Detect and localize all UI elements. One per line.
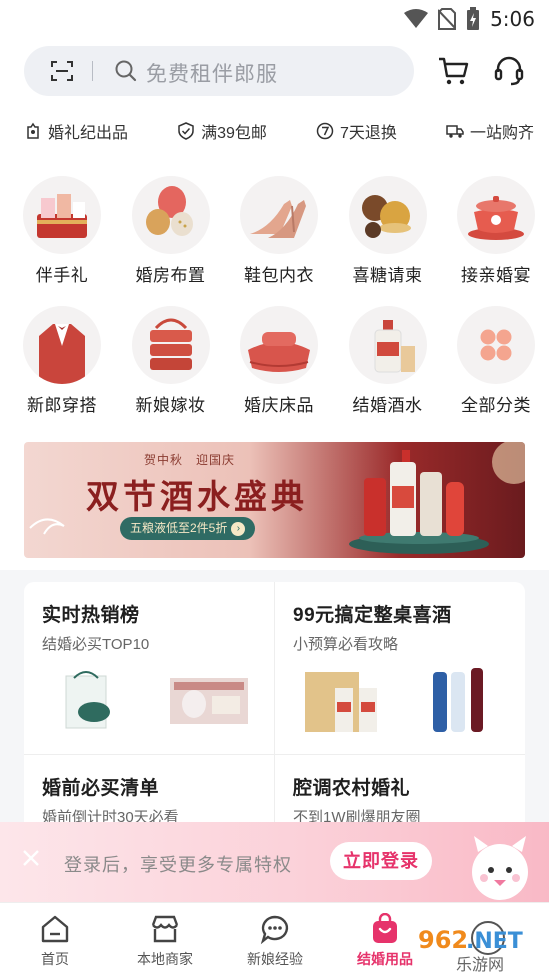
- banner-title: 双节酒水盛典: [86, 477, 308, 516]
- chevron-right-icon: ›: [231, 521, 246, 536]
- shopping-bag-icon: [373, 913, 397, 943]
- search-input[interactable]: 免费租伴郎服: [146, 58, 278, 88]
- card-title: 99元搞定整桌喜酒: [293, 605, 452, 626]
- category-label: 伴手礼: [35, 266, 89, 285]
- category-jiushui[interactable]: 结婚酒水: [340, 306, 436, 416]
- promise-item: 7天退换: [316, 118, 397, 144]
- svg-text:乐游网: 乐游网: [456, 955, 504, 974]
- status-time: 5:06: [490, 7, 535, 31]
- login-button[interactable]: 立即登录: [330, 842, 432, 880]
- search-box[interactable]: 免费租伴郎服: [24, 46, 414, 96]
- site-watermark-logo: 962 .NET 乐游网: [418, 921, 523, 974]
- suit-icon: [23, 306, 101, 384]
- card-title: 婚前必买清单: [42, 778, 160, 799]
- bedding-icon: [240, 306, 318, 384]
- category-chuangpin[interactable]: 婚庆床品: [231, 306, 327, 416]
- category-banshouli[interactable]: 伴手礼: [14, 176, 110, 286]
- category-xiebao[interactable]: 鞋包内衣: [231, 176, 327, 286]
- search-divider: [92, 61, 93, 81]
- promise-item: 满39包邮: [177, 118, 267, 144]
- nav-bride-experience[interactable]: 新娘经验: [220, 903, 330, 976]
- promise-label: 7天退换: [339, 125, 397, 142]
- status-bar: 5:06: [0, 0, 549, 38]
- category-row: 伴手礼 婚房布置 鞋包内衣 喜糖请柬 接亲婚宴: [14, 176, 544, 286]
- category-jieqin[interactable]: 接亲婚宴: [448, 176, 544, 286]
- category-label: 喜糖请柬: [352, 266, 423, 285]
- balloons-icon: [131, 176, 210, 254]
- liquor-bottle-icon: [348, 306, 427, 384]
- promise-label: 一站购齐: [469, 125, 534, 142]
- banner-promo-pill[interactable]: 五粮液低至2件5折 ›: [120, 517, 256, 540]
- service-promises: 婚礼纪出品 满39包邮 7天退换 一站购齐: [24, 118, 534, 144]
- wifi-icon: [404, 9, 429, 28]
- all-categories-icon: [457, 306, 535, 384]
- tea-cup-icon: [457, 176, 535, 254]
- store-icon: [151, 915, 179, 943]
- login-prompt-text: 登录后，享受更多专属特权: [64, 855, 292, 875]
- category-label: 新娘嫁妆: [135, 396, 206, 415]
- svg-text:.NET: .NET: [466, 929, 523, 954]
- category-hunfang[interactable]: 婚房布置: [123, 176, 219, 286]
- card-subtitle: 小预算必看攻略: [293, 636, 399, 653]
- nav-label: 新娘经验: [247, 951, 303, 967]
- battery-charging-icon: [467, 7, 480, 30]
- category-label: 鞋包内衣: [244, 266, 314, 285]
- promise-item: 一站购齐: [446, 118, 534, 144]
- scan-icon[interactable]: [50, 59, 74, 83]
- no-sim-icon: [438, 8, 457, 30]
- home-icon: [41, 915, 69, 943]
- category-label: 结婚酒水: [352, 396, 423, 415]
- card-title: 腔调农村婚礼: [293, 778, 411, 799]
- category-all[interactable]: 全部分类: [448, 306, 544, 416]
- banner-pill-label: 五粮液低至2件5折: [130, 521, 228, 535]
- dowry-basket-icon: [131, 306, 210, 384]
- login-prompt-bar: 登录后，享受更多专属特权 立即登录: [0, 822, 549, 902]
- search-icon: [115, 60, 137, 82]
- card-wine-budget[interactable]: 99元搞定整桌喜酒 小预算必看攻略: [275, 582, 525, 754]
- seven-day-return-icon: [316, 122, 334, 140]
- svg-text:962: 962: [418, 926, 468, 954]
- truck-icon: [446, 125, 464, 138]
- nav-label: 首页: [41, 951, 69, 967]
- candy-icon: [348, 176, 427, 254]
- category-label: 接亲婚宴: [461, 266, 531, 285]
- nav-local-merchants[interactable]: 本地商家: [110, 903, 220, 976]
- card-hot-sales[interactable]: 实时热销榜 结婚必买TOP10: [24, 582, 274, 754]
- search-row: 免费租伴郎服: [24, 46, 534, 96]
- gift-box-icon: [23, 176, 101, 254]
- chat-bubble-icon: [260, 915, 289, 945]
- high-heels-icon: [240, 176, 318, 254]
- product-image: [65, 671, 248, 729]
- customer-service-icon[interactable]: [493, 55, 525, 87]
- category-grid: 伴手礼 婚房布置 鞋包内衣 喜糖请柬 接亲婚宴 新郎穿搭 新娘嫁妆 婚庆床品 结…: [14, 176, 544, 436]
- shield-check-icon: [178, 122, 194, 140]
- category-xitang[interactable]: 喜糖请柬: [340, 176, 436, 286]
- nav-label: 结婚用品: [357, 951, 413, 967]
- cart-icon[interactable]: [438, 56, 470, 86]
- feature-card-grid: 实时热销榜 结婚必买TOP10 99元搞定整桌喜酒 小预算必看攻略 婚前必买清单: [24, 582, 525, 842]
- category-label: 婚房布置: [135, 266, 206, 285]
- category-xinniang[interactable]: 新娘嫁妆: [123, 306, 219, 416]
- product-image: [305, 668, 483, 732]
- category-label: 全部分类: [461, 396, 531, 415]
- wedding-souvenir-icon: [27, 122, 39, 139]
- category-label: 新郎穿搭: [27, 396, 97, 415]
- nav-home[interactable]: 首页: [0, 903, 110, 976]
- promise-item: 婚礼纪出品: [24, 118, 128, 144]
- promise-label: 满39包邮: [201, 125, 267, 142]
- promo-banner[interactable]: 贺中秋 迎国庆 双节酒水盛典 五粮液低至2件5折 ›: [24, 442, 525, 558]
- promise-label: 婚礼纪出品: [48, 125, 129, 142]
- mascot-icon: [472, 836, 528, 900]
- category-label: 婚庆床品: [244, 396, 314, 415]
- card-title: 实时热销榜: [42, 605, 140, 626]
- category-xinlang[interactable]: 新郎穿搭: [14, 306, 110, 416]
- close-icon[interactable]: [22, 849, 40, 867]
- card-subtitle: 结婚必买TOP10: [42, 636, 150, 653]
- category-row: 新郎穿搭 新娘嫁妆 婚庆床品 结婚酒水 全部分类: [14, 306, 544, 416]
- nav-label: 本地商家: [137, 951, 193, 967]
- banner-subtitle: 贺中秋 迎国庆: [144, 453, 236, 467]
